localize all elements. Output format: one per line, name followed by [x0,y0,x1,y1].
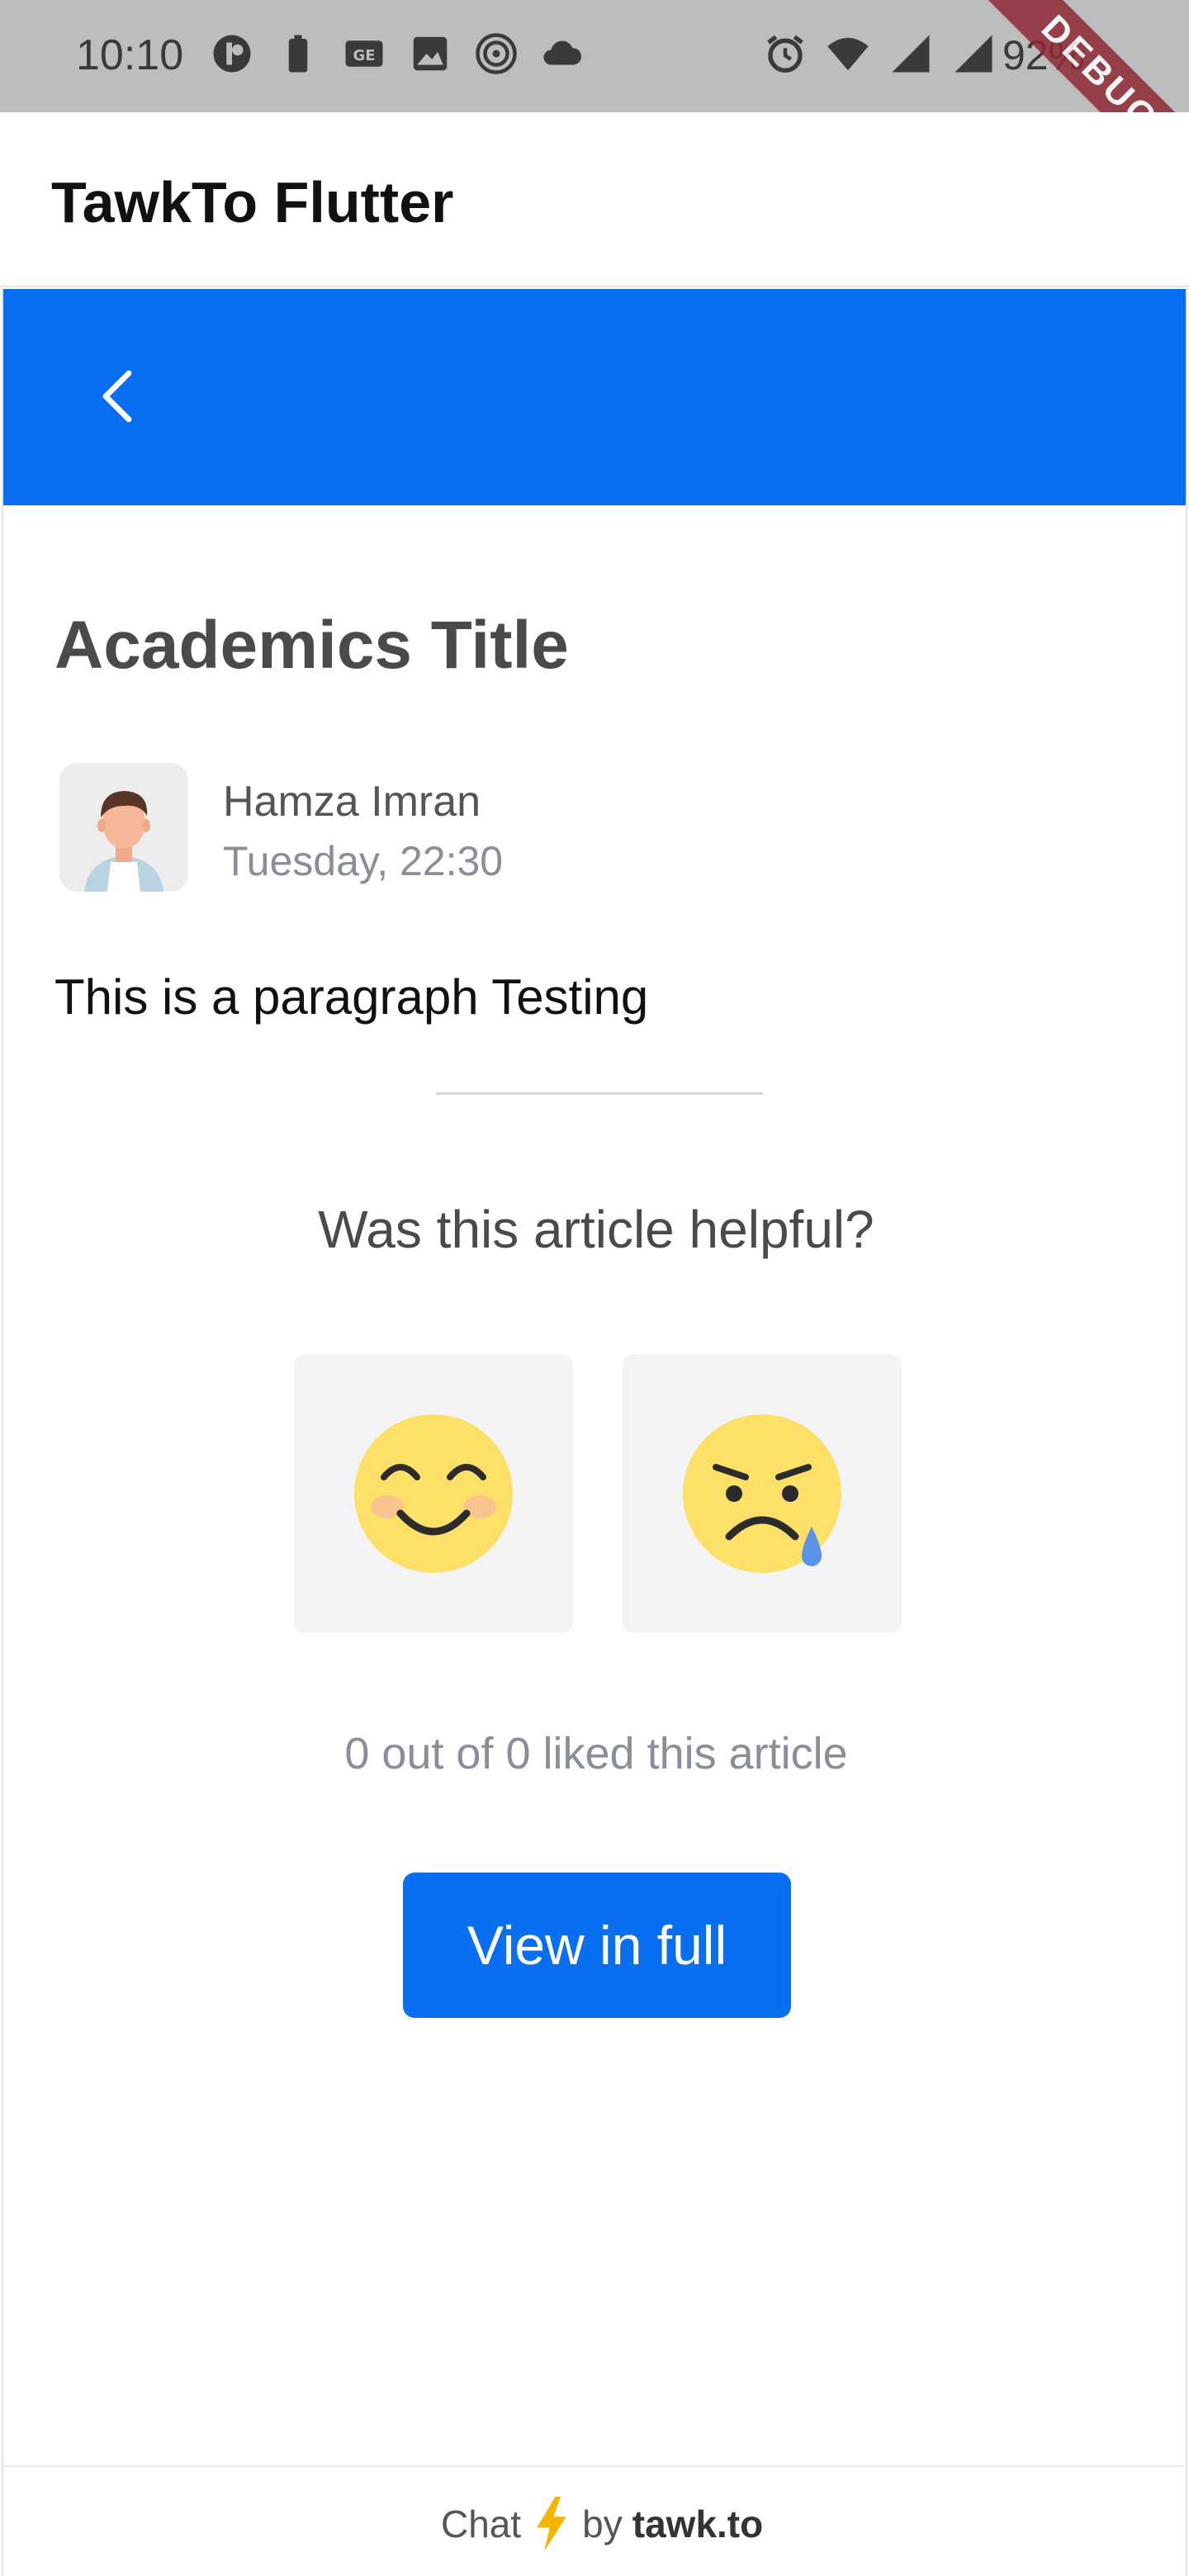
author-date: Tuesday, 22:30 [223,838,504,884]
status-icons-left: GE [210,31,585,76]
divider [436,1092,763,1095]
hotspot-icon [476,33,517,74]
chevron-left-icon[interactable] [86,363,152,429]
footer: Chat by tawk.to [3,2465,1186,2576]
author-name: Hamza Imran [223,778,481,826]
battery-saver-icon [288,35,308,73]
avatar [59,763,188,892]
notification-app-icon [213,35,251,73]
lightning-bolt-icon [537,2497,566,2551]
alarm-icon [767,35,803,73]
app-title: TawkTo Flutter [51,170,454,234]
smiling-face-icon [354,1414,513,1573]
status-icons-right [763,31,996,76]
screen: 10:10 GE 92% DEBUG TawkTo Flutter Academ… [0,0,1189,2576]
article-paragraph: This is a paragraph Testing [54,969,649,1025]
image-icon [413,36,448,71]
footer-prefix: Chat [441,2503,522,2545]
signal-icon [892,35,930,73]
view-in-full-button[interactable]: View in full [403,1873,791,2018]
helpful-yes-button[interactable] [294,1354,573,1633]
footer-brand: tawk.to [632,2503,764,2545]
svg-text:GE: GE [353,47,375,64]
wifi-icon [827,37,869,71]
cloud-icon [543,40,582,65]
status-time: 10:10 [76,31,184,79]
knowledge-base-webview: Academics Title Hamza Imran Tuesday, 22:… [2,289,1187,2576]
helpful-question: Was this article helpful? [318,1200,874,1259]
person-avatar-icon [59,763,188,892]
sad-tear-face-icon [683,1414,841,1573]
signal-icon-2 [955,35,992,73]
helpful-no-button[interactable] [623,1354,902,1633]
liked-count: 0 out of 0 liked this article [344,1729,848,1778]
app-bar: TawkTo Flutter [0,112,1189,287]
kb-header [3,289,1186,505]
article-title: Academics Title [54,608,569,683]
footer-by: by [582,2503,623,2545]
ge-icon: GE [345,40,383,67]
footer-branding[interactable]: Chat by tawk.to [441,2497,763,2551]
